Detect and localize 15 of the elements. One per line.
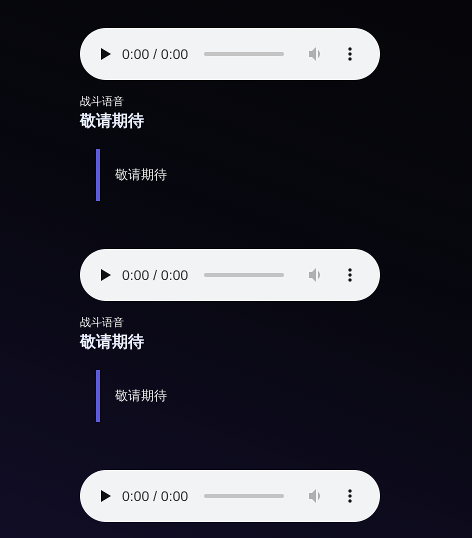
play-button[interactable] <box>100 489 112 503</box>
quote-text: 敬请期待 <box>115 388 167 405</box>
play-button[interactable] <box>100 268 112 282</box>
time-display: 0:00 / 0:00 <box>122 267 188 283</box>
voice-label: 战斗语音 <box>80 315 125 331</box>
more-options-button[interactable] <box>348 47 352 61</box>
time-display: 0:00 / 0:00 <box>122 488 188 504</box>
play-button[interactable] <box>100 47 112 61</box>
voice-title: 敬请期待 <box>80 111 145 131</box>
voice-title: 敬请期待 <box>80 332 145 352</box>
quote-text: 敬请期待 <box>115 167 167 184</box>
time-display: 0:00 / 0:00 <box>122 46 188 62</box>
more-options-button[interactable] <box>348 268 352 282</box>
voice-label: 战斗语音 <box>80 94 125 110</box>
more-options-button[interactable] <box>348 489 352 503</box>
